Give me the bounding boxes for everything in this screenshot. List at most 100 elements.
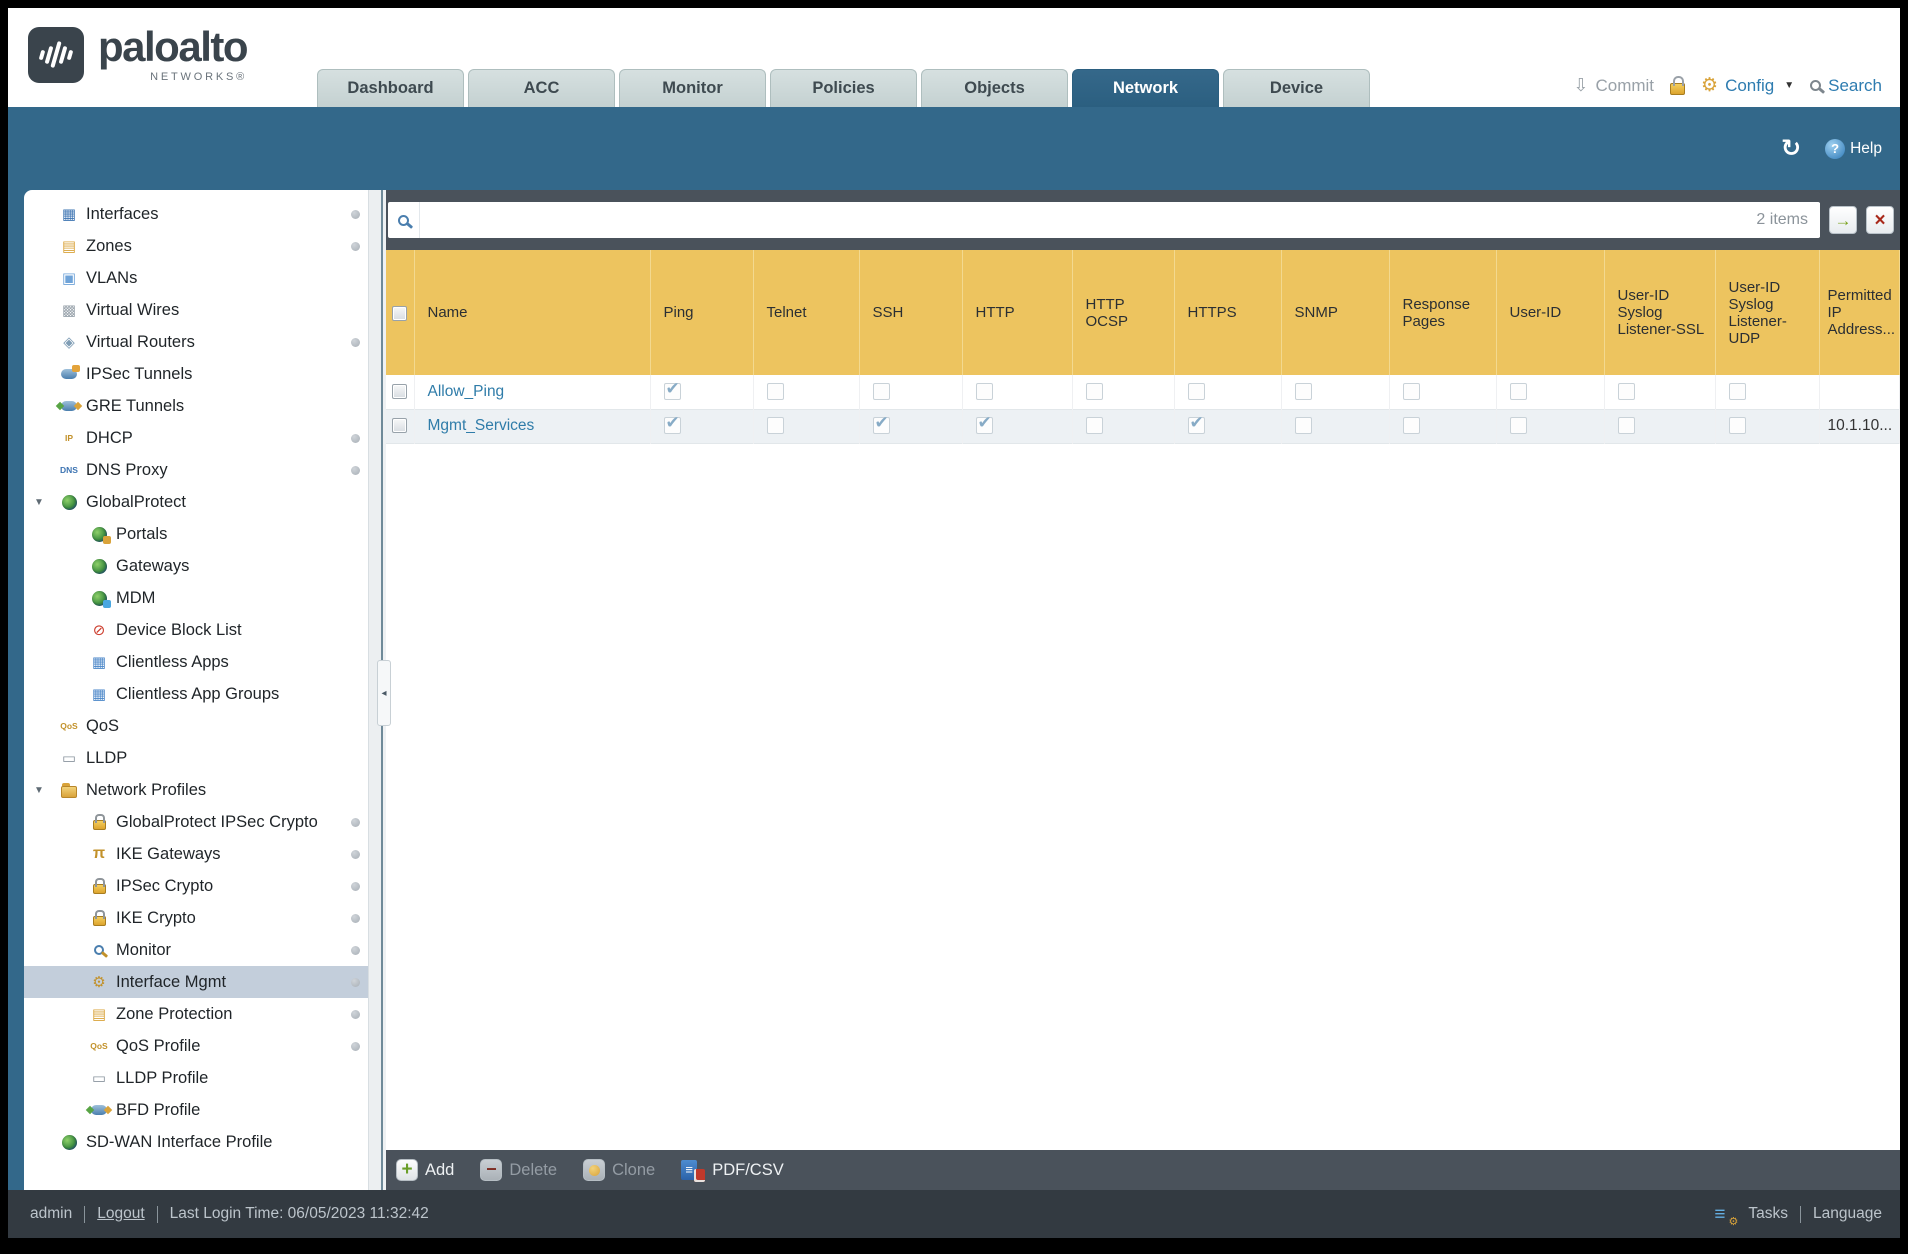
sidebar-item-label: Portals (116, 524, 168, 543)
sidebar-item-qos-profile[interactable]: QoS QoS Profile (24, 1030, 368, 1062)
sidebar-item-ipsec-crypto[interactable]: IPSec Crypto (24, 870, 368, 902)
sidebar-item-monitor[interactable]: Monitor (24, 934, 368, 966)
sidebar-item-qos[interactable]: QoS QoS (24, 710, 368, 742)
sidebar-item-interface-mgmt[interactable]: ⚙ Interface Mgmt (24, 966, 368, 998)
logout-link[interactable]: Logout (97, 1205, 144, 1223)
filter-input[interactable] (420, 203, 1820, 237)
column-header-ssh[interactable]: SSH (859, 250, 963, 375)
sidebar-item-ike-crypto[interactable]: IKE Crypto (24, 902, 368, 934)
virtual-routers-icon: ◈ (63, 334, 75, 351)
column-header-telnet[interactable]: Telnet (753, 250, 860, 375)
sidebar-item-bfd-profile[interactable]: BFD Profile (24, 1094, 368, 1126)
column-header-uid_syslog_ssl[interactable]: User-ID Syslog Listener-SSL (1604, 250, 1716, 375)
sidebar-item-label: Monitor (116, 940, 172, 959)
sidebar-item-lldp-profile[interactable]: ▭ LLDP Profile (24, 1062, 368, 1094)
row-checkbox[interactable] (392, 418, 408, 434)
sidebar-item-clientless-apps[interactable]: ▦ Clientless Apps (24, 646, 368, 678)
snmp-check-indicator (1294, 417, 1312, 435)
sidebar-item-virtual-routers[interactable]: ◈ Virtual Routers (24, 326, 368, 358)
apply-filter-button[interactable]: → (1829, 206, 1857, 234)
sidebar-item-lldp[interactable]: ▭ LLDP (24, 742, 368, 774)
sidebar-item-label: SD-WAN Interface Profile (86, 1132, 273, 1151)
add-button[interactable]: + Add (396, 1159, 454, 1181)
config-label: Config (1725, 75, 1775, 95)
status-dot (351, 849, 360, 859)
sidebar-item-mdm[interactable]: MDM (24, 582, 368, 614)
dhcp-icon: IP (64, 433, 74, 443)
commit-button[interactable]: ⇩ Commit (1573, 75, 1654, 96)
column-header-uid_syslog_udp[interactable]: User-ID Syslog Listener-UDP (1715, 250, 1820, 375)
items-count: 2 items (1756, 211, 1808, 228)
sidebar-splitter[interactable]: ◂ (377, 190, 391, 1190)
pdf-csv-button[interactable]: PDF/CSV (681, 1159, 784, 1182)
tab-acc[interactable]: ACC (468, 69, 616, 107)
http_ocsp-check-indicator (1085, 383, 1103, 401)
table-toolbar: + Add −Delete Clone PDF/CSV (386, 1150, 1900, 1190)
sidebar-item-globalprotect-ipsec-crypto[interactable]: GlobalProtect IPSec Crypto (24, 806, 368, 838)
ssh-cell (859, 409, 963, 443)
column-header-response_pages[interactable]: Response Pages (1389, 250, 1497, 375)
status-dot (351, 817, 360, 827)
status-dot (351, 337, 360, 347)
language-button[interactable]: Language (1813, 1205, 1882, 1223)
tab-monitor[interactable]: Monitor (619, 69, 767, 107)
sidebar-collapse-handle[interactable]: ◂ (377, 660, 391, 726)
delete-icon: − (480, 1159, 503, 1181)
sidebar-item-label: GlobalProtect IPSec Crypto (116, 812, 318, 831)
column-header-ping[interactable]: Ping (650, 250, 754, 375)
sidebar-item-gre-tunnels[interactable]: GRE Tunnels (24, 390, 368, 422)
sidebar-item-portals[interactable]: Portals (24, 518, 368, 550)
status-dot (351, 913, 360, 923)
column-header-https[interactable]: HTTPS (1174, 250, 1282, 375)
help-button[interactable]: ? Help (1825, 138, 1882, 159)
expand-arrow-icon[interactable]: ▼ (34, 785, 58, 796)
interface-profile-link[interactable]: Mgmt_Services (428, 417, 535, 434)
search-button[interactable]: Search (1810, 76, 1882, 96)
snmp-check-indicator (1294, 383, 1312, 401)
tab-device[interactable]: Device (1223, 69, 1371, 107)
sidebar-item-interfaces[interactable]: ▦ Interfaces (24, 198, 368, 230)
expand-arrow-icon[interactable]: ▼ (34, 497, 58, 508)
sidebar-item-ipsec-tunnels[interactable]: IPSec Tunnels (24, 358, 368, 390)
sidebar-item-gateways[interactable]: Gateways (24, 550, 368, 582)
delete-label: Delete (509, 1160, 558, 1179)
network-profiles-icon (58, 781, 80, 799)
clone-button[interactable]: Clone (583, 1159, 655, 1181)
column-header-http_ocsp[interactable]: HTTP OCSP (1072, 250, 1175, 375)
sidebar-item-dhcp[interactable]: IP DHCP (24, 422, 368, 454)
column-header-permitted-ip[interactable]: Permitted IP Address... (1819, 250, 1900, 375)
refresh-icon[interactable]: ↻ (1781, 134, 1801, 163)
lock-icon[interactable] (1670, 75, 1686, 95)
tab-policies[interactable]: Policies (770, 69, 918, 107)
status-dot (351, 945, 360, 955)
sidebar-item-globalprotect[interactable]: ▼ GlobalProtect (24, 486, 368, 518)
column-header-user_id[interactable]: User-ID (1496, 250, 1605, 375)
filter-search-button[interactable] (388, 202, 420, 238)
sidebar-item-label: DHCP (86, 428, 133, 447)
select-all-checkbox[interactable] (392, 305, 408, 321)
clear-filter-button[interactable]: × (1866, 206, 1894, 234)
tab-objects[interactable]: Objects (921, 69, 1069, 107)
https-check-indicator (1187, 413, 1205, 435)
column-header-snmp[interactable]: SNMP (1281, 250, 1390, 375)
sidebar-item-dns-proxy[interactable]: DNS DNS Proxy (24, 454, 368, 486)
interface-profile-link[interactable]: Allow_Ping (428, 383, 505, 400)
sidebar-item-clientless-app-groups[interactable]: ▦ Clientless App Groups (24, 678, 368, 710)
tab-network[interactable]: Network (1072, 69, 1220, 107)
sidebar-item-device-block-list[interactable]: ⊘ Device Block List (24, 614, 368, 646)
row-checkbox[interactable] (392, 384, 408, 400)
sidebar-item-zone-protection[interactable]: ▤ Zone Protection (24, 998, 368, 1030)
sidebar-item-zones[interactable]: ▤ Zones (24, 230, 368, 262)
column-header-name[interactable]: Name (414, 250, 651, 375)
sidebar-item-ike-gateways[interactable]: π IKE Gateways (24, 838, 368, 870)
lldp-profile-icon: ▭ (91, 1070, 107, 1087)
sidebar-item-vlans[interactable]: ▣ VLANs (24, 262, 368, 294)
sidebar-item-network-profiles[interactable]: ▼ Network Profiles (24, 774, 368, 806)
tab-dashboard[interactable]: Dashboard (317, 69, 465, 107)
delete-button[interactable]: − Delete (480, 1159, 557, 1181)
column-header-http[interactable]: HTTP (962, 250, 1073, 375)
config-button[interactable]: ⚙ Config ▼ (1701, 74, 1794, 97)
sidebar-item-sd-wan-interface-profile[interactable]: SD-WAN Interface Profile (24, 1126, 368, 1158)
tasks-button[interactable]: Tasks (1748, 1205, 1788, 1223)
sidebar-item-virtual-wires[interactable]: ▩ Virtual Wires (24, 294, 368, 326)
